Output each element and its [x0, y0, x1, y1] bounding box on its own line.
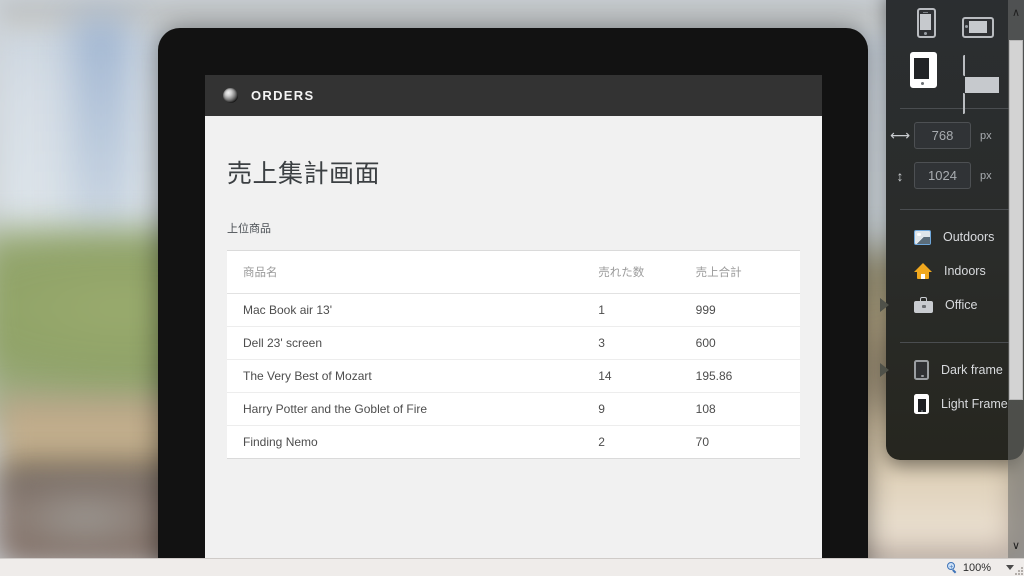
screenshot-stage: ORDERS 売上集計画面 上位商品 商品名 売れた数 売上合計 Mac Boo…	[0, 0, 1024, 576]
tablet-screen-glyph	[913, 58, 929, 79]
horizontal-arrow-icon: ⟷	[889, 127, 911, 143]
table-row[interactable]: Mac Book air 13' 1 999	[227, 293, 800, 327]
scrollbar-thumb[interactable]	[1009, 40, 1023, 400]
device-type-row-top	[886, 0, 1024, 38]
section-label: 上位商品	[227, 223, 271, 235]
tool-panel: ⟷ 768 px ↕ 1024 px Outdoors Indoors Offi…	[880, 0, 1024, 460]
cell-total: 108	[679, 392, 800, 426]
phone-screen	[968, 20, 987, 33]
cell-qty: 3	[582, 326, 680, 360]
house-icon	[914, 263, 932, 279]
background-window-band	[72, 16, 130, 246]
cell-name: The Very Best of Mozart	[227, 359, 583, 393]
cell-total: 70	[695, 435, 710, 449]
desktop-icon[interactable]	[962, 55, 1001, 114]
page-scrollbar[interactable]: ∧ ∨	[1008, 0, 1024, 560]
background-options-list: Outdoors Indoors Office	[880, 210, 1024, 322]
phone-home-button	[924, 32, 927, 35]
table-row[interactable]: Finding Nemo 2 70	[227, 426, 800, 459]
width-setting-row: ⟷ 768 px	[886, 109, 1024, 149]
tablet-dark-icon	[914, 360, 929, 380]
magnifier-plus-icon: +	[946, 562, 958, 573]
frame-option-light[interactable]: Light Frame	[886, 387, 1024, 421]
table-row[interactable]: The Very Best of Mozart 14 195.86	[227, 359, 800, 393]
background-option-label: Outdoors	[943, 230, 995, 244]
tablet-home-button	[920, 82, 924, 85]
phone-portrait-icon[interactable]	[916, 8, 936, 38]
device-type-row-bottom	[886, 38, 1024, 114]
cell-qty: 14	[582, 359, 680, 393]
disc-icon	[223, 88, 238, 103]
page-body: 売上集計画面 上位商品 商品名 売れた数 売上合計 Mac Book air 1…	[205, 116, 822, 459]
frame-option-label: Light Frame	[941, 397, 1008, 411]
frame-option-dark[interactable]: Dark frame	[880, 353, 1024, 387]
cell-total: 999	[679, 293, 800, 327]
orders-table-body: Mac Book air 13' 1 999 Dell 23' screen 3…	[227, 293, 800, 459]
scrollbar-down-arrow-icon[interactable]: ∨	[1008, 537, 1024, 554]
height-setting-row: ↕ 1024 px	[886, 149, 1024, 189]
zoom-control[interactable]: + 100%	[946, 561, 1014, 574]
width-input[interactable]: 768	[914, 122, 971, 149]
app-title: ORDERS	[251, 88, 315, 103]
orders-table-head: 商品名 売れた数 売上合計	[227, 250, 800, 294]
background-option-label: Indoors	[944, 264, 986, 278]
cell-name: Dell 23' screen	[227, 326, 583, 360]
vertical-arrow-icon: ↕	[896, 167, 904, 184]
table-row[interactable]: Harry Potter and the Goblet of Fire 9 10…	[227, 392, 800, 426]
image-icon	[914, 229, 931, 245]
column-header-total[interactable]: 売上合計	[679, 250, 800, 294]
app-header: ORDERS	[205, 75, 822, 116]
cell-name: Mac Book air 13'	[227, 293, 583, 327]
monitor-body	[962, 55, 1001, 114]
tablet-device-frame: ORDERS 売上集計画面 上位商品 商品名 売れた数 売上合計 Mac Boo…	[158, 28, 868, 576]
width-unit-label: px	[980, 129, 992, 142]
table-header-row: 商品名 売れた数 売上合計	[227, 250, 800, 294]
column-header-qty[interactable]: 売れた数	[582, 250, 680, 294]
background-option-indoors[interactable]: Indoors	[886, 254, 1024, 288]
background-option-outdoors[interactable]: Outdoors	[886, 220, 1024, 254]
cell-qty: 2	[598, 435, 605, 449]
resize-grip[interactable]	[1013, 565, 1023, 575]
tablet-portrait-icon[interactable]	[909, 52, 937, 88]
phone-screen	[919, 14, 931, 30]
height-input[interactable]: 1024	[914, 162, 971, 189]
frame-options-list: Dark frame Light Frame	[880, 343, 1024, 421]
zoom-level-label: 100%	[962, 561, 991, 574]
page-title: 売上集計画面	[227, 160, 381, 188]
cell-qty: 1	[582, 293, 680, 327]
briefcase-icon	[914, 297, 933, 313]
table-row[interactable]: Dell 23' screen 3 600	[227, 326, 800, 360]
cell-total: 600	[679, 326, 800, 360]
frame-option-label: Dark frame	[941, 363, 1003, 377]
phone-speaker	[922, 11, 928, 13]
tablet-light-icon	[914, 394, 929, 414]
cell-name: Harry Potter and the Goblet of Fire	[227, 392, 583, 426]
selection-pointer-icon	[880, 363, 889, 377]
background-option-office[interactable]: Office	[880, 288, 1024, 322]
cell-total: 195.86	[679, 359, 800, 393]
orders-table: 商品名 売れた数 売上合計 Mac Book air 13' 1 999 Del…	[227, 250, 800, 459]
scrollbar-up-arrow-icon[interactable]: ∧	[1008, 4, 1024, 21]
column-header-name[interactable]: 商品名	[227, 250, 583, 294]
status-bar: + 100%	[0, 558, 1024, 576]
background-option-label: Office	[945, 298, 978, 312]
selection-pointer-icon	[880, 298, 889, 312]
height-unit-label: px	[980, 169, 992, 182]
cell-name: Finding Nemo	[243, 435, 318, 449]
cell-qty: 9	[582, 392, 680, 426]
tablet-screen: ORDERS 売上集計画面 上位商品 商品名 売れた数 売上合計 Mac Boo…	[205, 75, 822, 576]
phone-landscape-icon[interactable]	[961, 17, 994, 38]
